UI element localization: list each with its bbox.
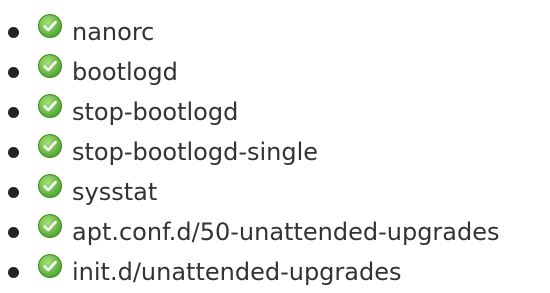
list-item-label: apt.conf.d/50-unattended-upgrades [72,218,500,246]
list-item-label: nanorc [72,18,155,46]
list-item: apt.conf.d/50-unattended-upgrades [0,212,550,252]
bullet-icon [8,267,19,278]
list-item: stop-bootlogd [0,92,550,132]
bullet-icon [8,187,19,198]
green-check-icon [38,14,62,38]
green-check-icon [38,54,62,78]
list-item-label: init.d/unattended-upgrades [72,258,402,286]
bullet-icon [8,107,19,118]
list-item: nanorc [0,12,550,52]
bullet-icon [8,27,19,38]
green-check-icon [38,174,62,198]
list-item-label: stop-bootlogd-single [72,138,319,166]
list-item-label: bootlogd [72,58,178,86]
list-item-label: stop-bootlogd [72,98,239,126]
green-check-icon [38,94,62,118]
green-check-icon [38,214,62,238]
list-item: init.d/unattended-upgrades [0,252,550,292]
list-item-label: sysstat [72,178,158,206]
list-item: bootlogd [0,52,550,92]
bullet-icon [8,227,19,238]
bullet-icon [8,67,19,78]
green-check-icon [38,254,62,278]
list-item: sysstat [0,172,550,212]
list-item: stop-bootlogd-single [0,132,550,172]
green-check-icon [38,134,62,158]
bullet-icon [8,147,19,158]
